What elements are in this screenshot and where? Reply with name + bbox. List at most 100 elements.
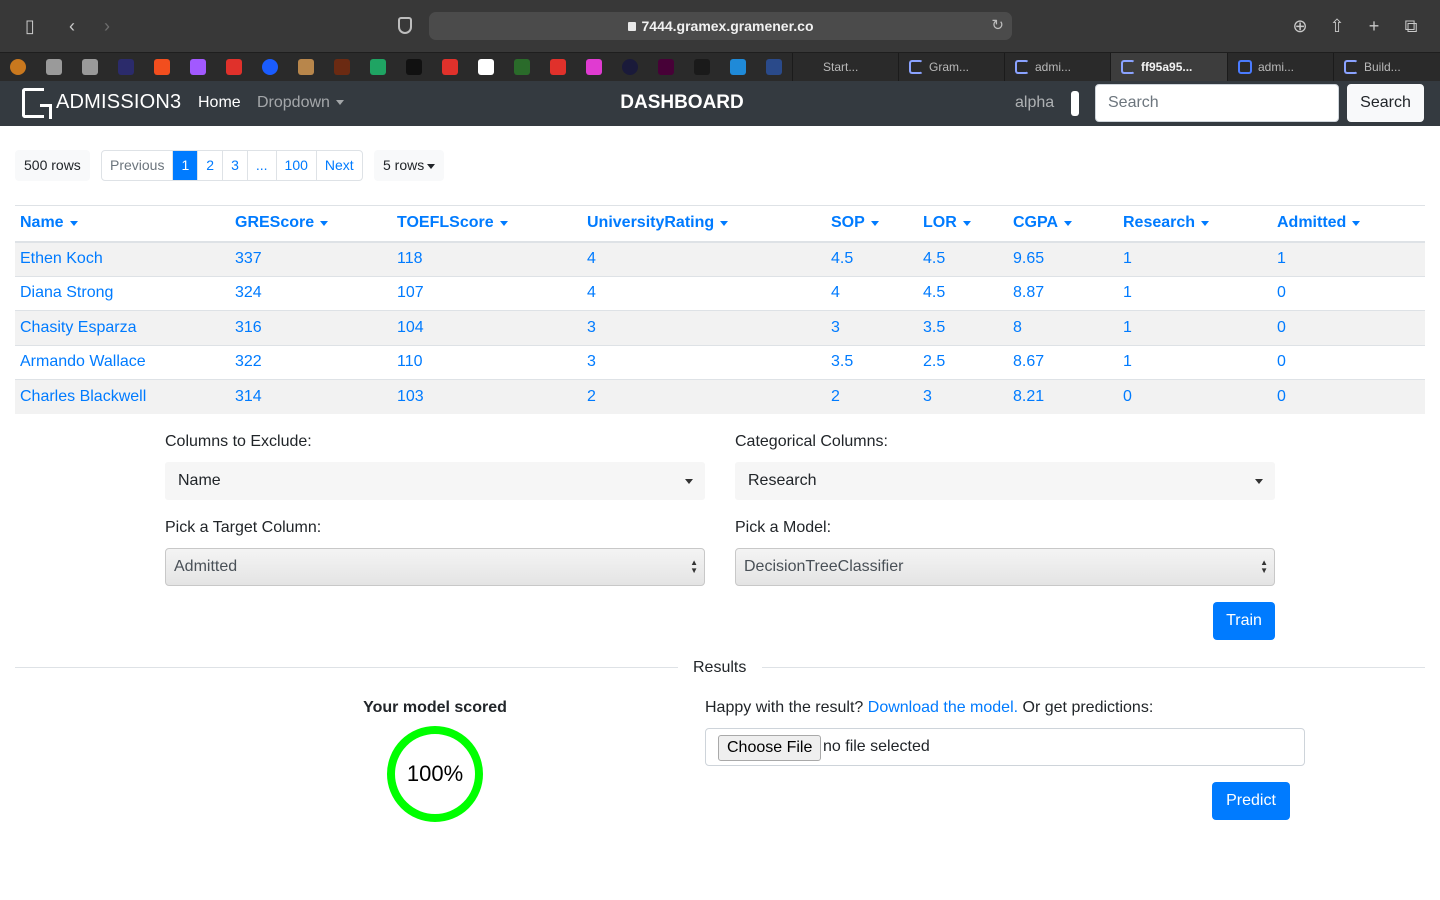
pager-page-100[interactable]: 100 <box>275 151 316 180</box>
reload-icon[interactable]: ↻ <box>991 12 1004 40</box>
table-cell[interactable]: 2 <box>826 379 918 414</box>
table-cell[interactable]: 3.5 <box>826 344 918 380</box>
tab-start[interactable]: Start... <box>792 53 898 82</box>
table-cell[interactable]: 3.5 <box>918 310 1008 345</box>
column-header-research[interactable]: Research <box>1118 205 1272 243</box>
table-cell[interactable]: 0 <box>1118 379 1272 414</box>
column-header-toeflscore[interactable]: TOEFLScore <box>392 205 582 243</box>
column-header-sop[interactable]: SOP <box>826 205 918 243</box>
tab-gramex[interactable]: Gram... <box>898 53 1004 82</box>
pager-page-1[interactable]: 1 <box>172 151 198 180</box>
table-cell[interactable]: 316 <box>230 310 392 345</box>
pinned-tab-icon[interactable] <box>550 59 566 75</box>
table-cell[interactable]: 3 <box>826 310 918 345</box>
table-cell[interactable]: Chasity Esparza <box>15 310 230 345</box>
downloads-icon[interactable]: ⊕ <box>1288 14 1312 38</box>
pinned-tab-icon[interactable] <box>82 59 98 75</box>
user-toggle[interactable] <box>1071 91 1079 116</box>
share-icon[interactable]: ⇧ <box>1325 14 1349 38</box>
predict-button[interactable]: Predict <box>1212 782 1290 820</box>
table-cell[interactable]: 8.87 <box>1008 275 1118 311</box>
table-cell[interactable]: 3 <box>582 344 826 380</box>
pinned-tab-icon[interactable] <box>694 59 710 75</box>
table-cell[interactable]: 0 <box>1272 310 1425 345</box>
pager-page-3[interactable]: 3 <box>222 151 247 180</box>
tab-admin-dropbox[interactable]: admi... <box>1227 53 1333 82</box>
table-cell[interactable]: 4.5 <box>826 241 918 276</box>
rows-per-page-dropdown[interactable]: 5 rows <box>374 150 445 181</box>
table-cell[interactable]: Diana Strong <box>15 275 230 311</box>
back-icon[interactable]: ‹ <box>60 14 84 38</box>
table-cell[interactable]: 107 <box>392 275 582 311</box>
pager-next[interactable]: Next <box>315 151 362 180</box>
pinned-tab-icon[interactable] <box>10 59 26 75</box>
table-cell[interactable]: Armando Wallace <box>15 344 230 380</box>
drive-tab-icon[interactable] <box>370 59 386 75</box>
pinned-tab-icon[interactable] <box>406 59 422 75</box>
pinned-tab-icon[interactable] <box>226 59 242 75</box>
table-cell[interactable]: 0 <box>1272 379 1425 414</box>
table-cell[interactable]: 3 <box>582 310 826 345</box>
table-cell[interactable]: 4 <box>582 275 826 311</box>
exclude-columns-select[interactable]: Name <box>165 462 705 500</box>
nav-dropdown[interactable]: Dropdown <box>257 94 344 112</box>
table-cell[interactable]: 8.67 <box>1008 344 1118 380</box>
table-cell[interactable]: 110 <box>392 344 582 380</box>
pinned-tab-icon[interactable] <box>442 59 458 75</box>
nav-home-link[interactable]: Home <box>198 94 241 112</box>
tab-overview-icon[interactable]: ⧉ <box>1399 14 1423 38</box>
tab-build[interactable]: Build... <box>1333 53 1440 82</box>
privacy-shield-icon[interactable] <box>398 17 412 34</box>
pinned-tab-icon[interactable] <box>298 59 314 75</box>
file-input[interactable]: Choose File no file selected <box>705 728 1305 766</box>
table-cell[interactable]: 1 <box>1118 275 1272 311</box>
table-cell[interactable]: 4 <box>826 275 918 311</box>
pinned-tab-icon[interactable] <box>730 59 746 75</box>
pager-previous[interactable]: Previous <box>102 151 172 180</box>
table-cell[interactable]: 1 <box>1118 310 1272 345</box>
table-cell[interactable]: 4.5 <box>918 275 1008 311</box>
column-header-admitted[interactable]: Admitted <box>1272 205 1425 243</box>
pinned-tab-icon[interactable] <box>262 59 278 75</box>
forward-icon[interactable]: › <box>95 14 119 38</box>
table-cell[interactable]: 4.5 <box>918 241 1008 276</box>
table-cell[interactable]: 1 <box>1272 241 1425 276</box>
table-cell[interactable]: 2.5 <box>918 344 1008 380</box>
new-tab-icon[interactable]: + <box>1362 14 1386 38</box>
xd-tab-icon[interactable] <box>658 59 674 75</box>
table-cell[interactable]: 337 <box>230 241 392 276</box>
table-cell[interactable]: 8 <box>1008 310 1118 345</box>
tab-admin[interactable]: admi... <box>1004 53 1110 82</box>
model-select[interactable]: DecisionTreeClassifier ▲ ▼ <box>735 548 1275 586</box>
table-cell[interactable]: 9.65 <box>1008 241 1118 276</box>
table-cell[interactable]: 322 <box>230 344 392 380</box>
target-column-select[interactable]: Admitted ▲ ▼ <box>165 548 705 586</box>
pinned-tab-icon[interactable] <box>334 59 350 75</box>
search-button[interactable]: Search <box>1347 84 1424 122</box>
table-cell[interactable]: 1 <box>1118 241 1272 276</box>
pinned-tab-icon[interactable] <box>514 59 530 75</box>
pinned-tab-icon[interactable] <box>478 59 494 75</box>
table-cell[interactable]: 1 <box>1118 344 1272 380</box>
sidebar-toggle-icon[interactable]: ▯ <box>18 14 42 38</box>
pinned-tab-icon[interactable] <box>46 59 62 75</box>
table-cell[interactable]: 0 <box>1272 275 1425 311</box>
pinned-tab-icon[interactable] <box>766 59 782 75</box>
column-header-universityrating[interactable]: UniversityRating <box>582 205 826 243</box>
column-header-cgpa[interactable]: CGPA <box>1008 205 1118 243</box>
download-model-link[interactable]: Download the model. <box>868 699 1018 716</box>
address-bar[interactable]: 7444.gramex.gramener.co ↻ <box>429 12 1012 40</box>
pinned-tab-icon[interactable] <box>622 59 638 75</box>
pinned-tab-icon[interactable] <box>118 59 134 75</box>
table-cell[interactable]: 0 <box>1272 344 1425 380</box>
pager-ellipsis[interactable]: ... <box>246 151 276 180</box>
table-cell[interactable]: 118 <box>392 241 582 276</box>
column-header-name[interactable]: Name <box>15 205 230 243</box>
user-name[interactable]: alpha <box>1015 94 1054 112</box>
column-header-lor[interactable]: LOR <box>918 205 1008 243</box>
brand-name[interactable]: ADMISSION3 <box>56 91 181 114</box>
gramex-logo-icon[interactable] <box>22 88 52 119</box>
search-input[interactable] <box>1095 84 1339 122</box>
table-cell[interactable]: 103 <box>392 379 582 414</box>
table-cell[interactable]: 2 <box>582 379 826 414</box>
